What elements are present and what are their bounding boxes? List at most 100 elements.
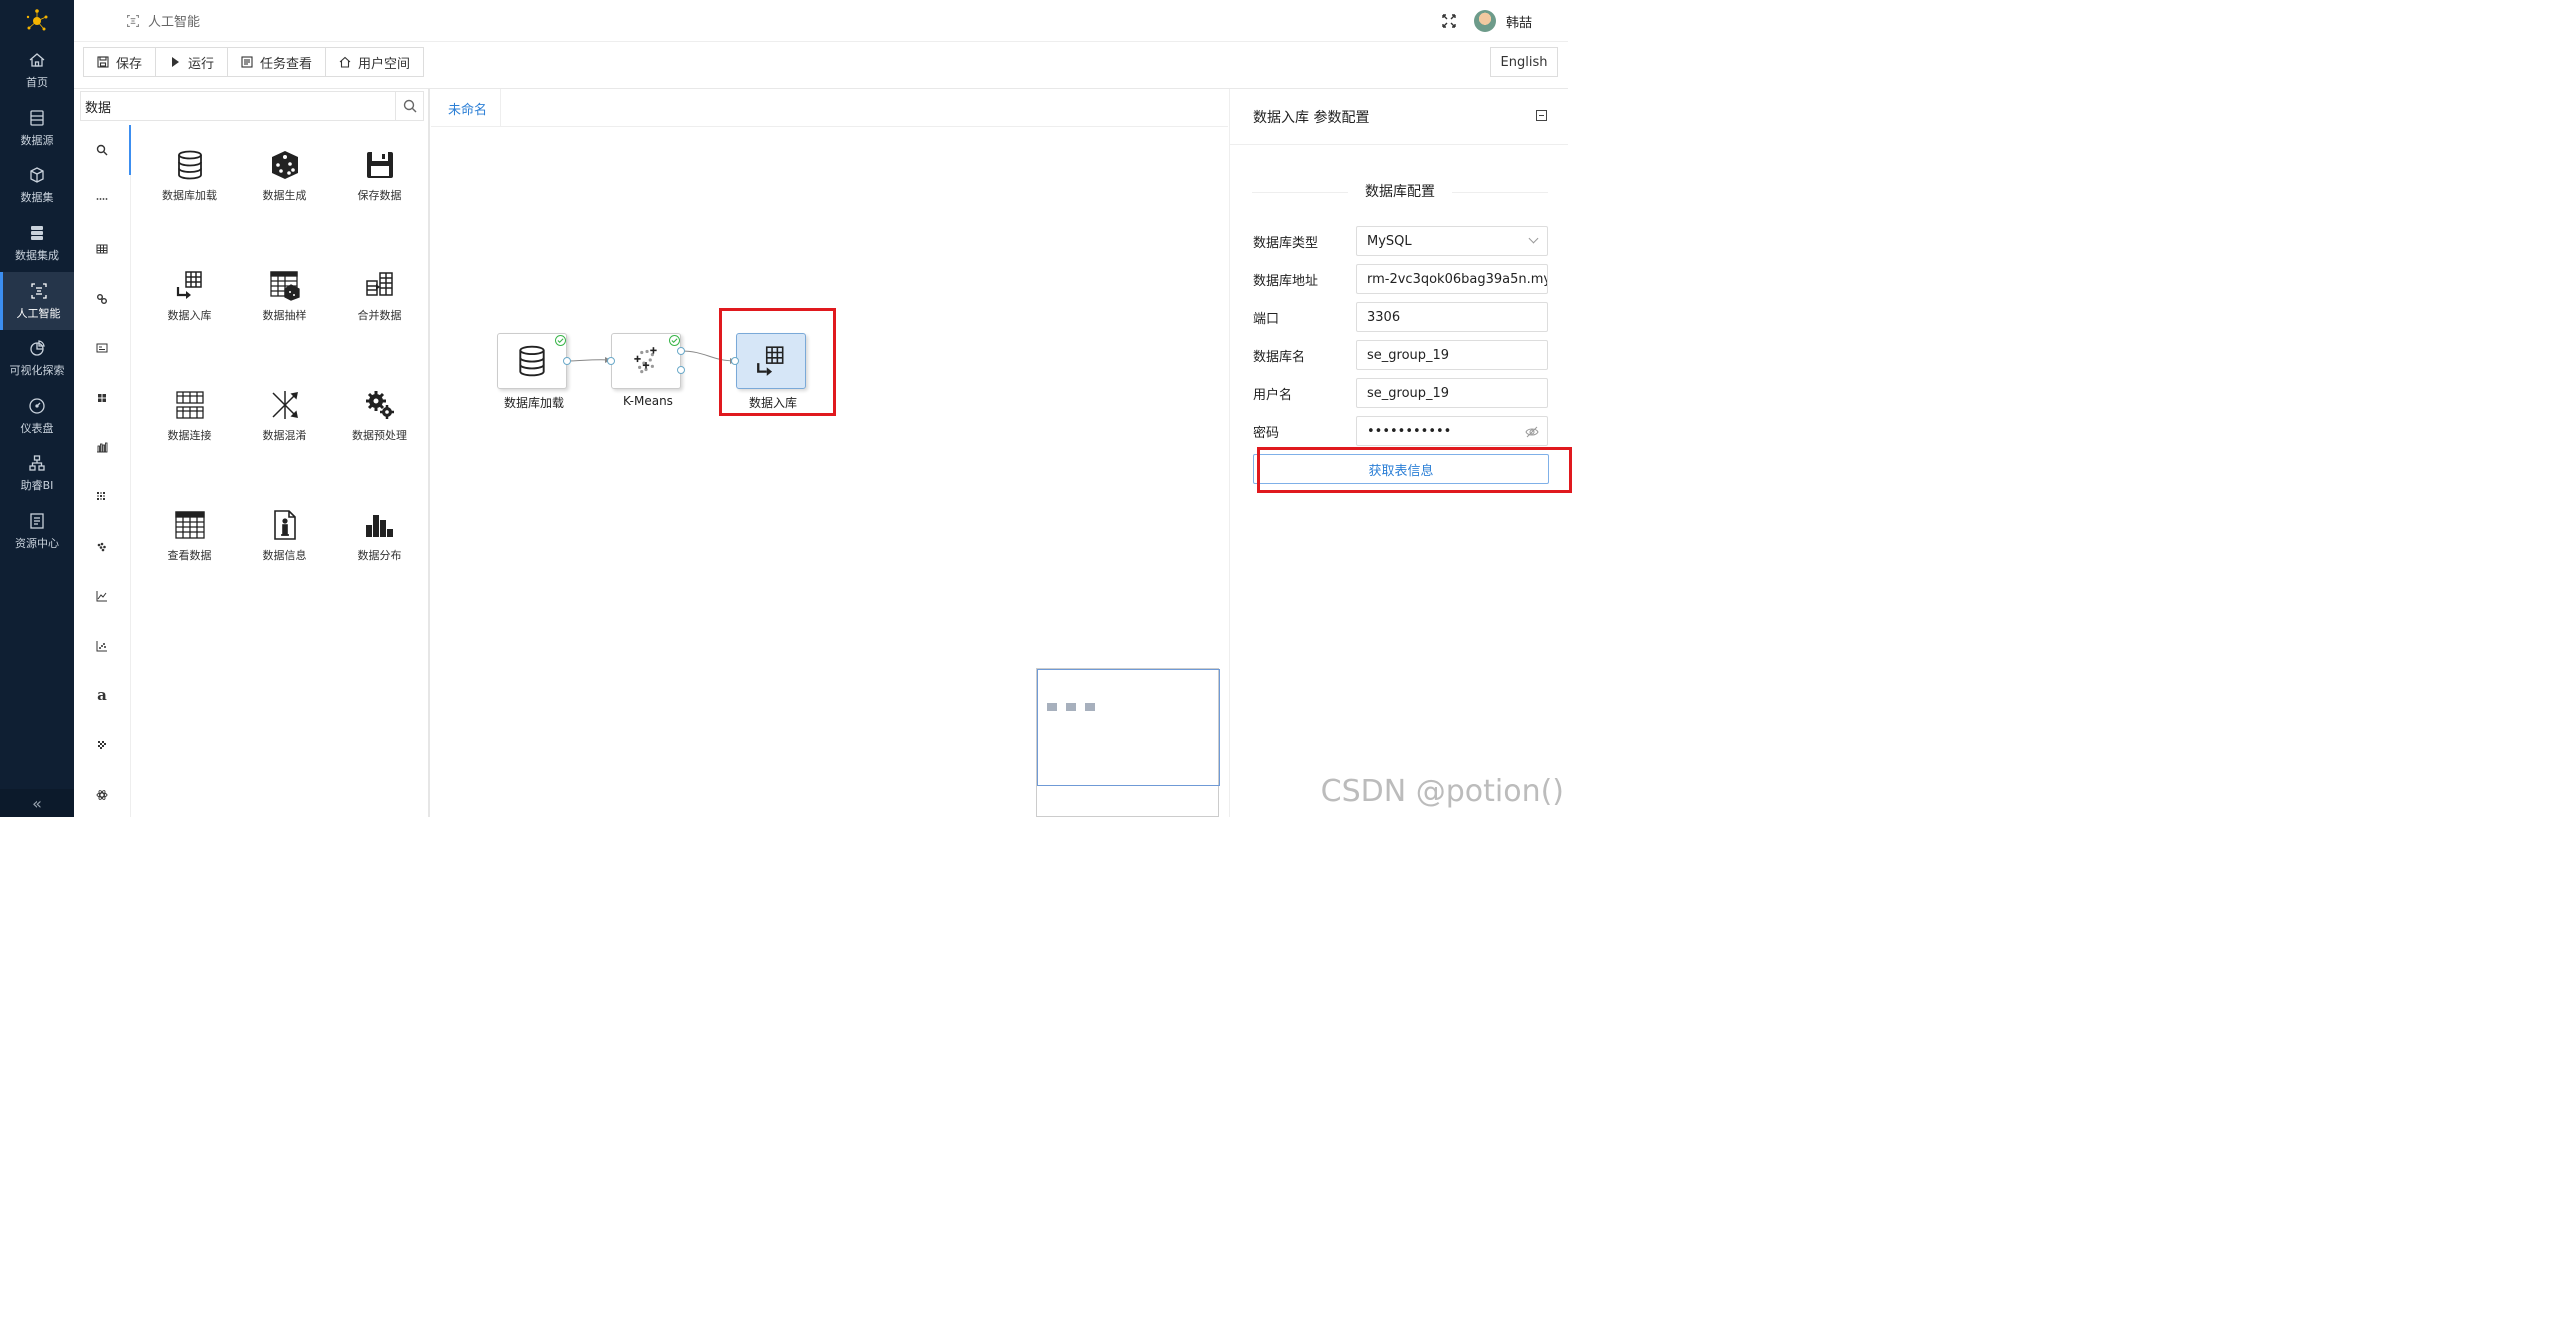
distribution-icon: [365, 515, 393, 537]
app-logo[interactable]: [0, 0, 74, 42]
fullscreen-icon[interactable]: [1442, 14, 1456, 28]
category-cluster[interactable]: [74, 522, 130, 572]
shuffle-icon: [271, 391, 298, 419]
nav-item-dashboard[interactable]: 仪表盘: [0, 388, 74, 446]
ai-icon: [30, 283, 47, 299]
run-button[interactable]: 运行: [156, 47, 229, 77]
category-link[interactable]: [74, 274, 130, 324]
category-line-chart[interactable]: [74, 571, 130, 621]
run-label: 运行: [188, 56, 215, 72]
minimap[interactable]: [1036, 668, 1220, 817]
category-grid[interactable]: [74, 373, 130, 423]
db-address-input[interactable]: rm-2vc3qok06bag39a5n.mysq: [1356, 264, 1548, 294]
config-title: 数据入库 参数配置: [1253, 110, 1370, 126]
user-menu[interactable]: 韩喆: [1473, 10, 1532, 32]
db-name-input[interactable]: se_group_19: [1356, 340, 1548, 370]
category-table[interactable]: [74, 224, 130, 274]
user-space-button[interactable]: 用户空间: [326, 47, 425, 77]
server-icon: [31, 226, 43, 241]
field-label: 数据库类型: [1253, 235, 1319, 251]
minimize-icon[interactable]: [1536, 110, 1547, 121]
component-item[interactable]: 保存数据: [332, 149, 427, 205]
field-label: 端口: [1253, 311, 1280, 327]
category-heatmap[interactable]: [74, 472, 130, 522]
nav-collapse-button[interactable]: «: [0, 789, 74, 817]
config-panel: 数据入库 参数配置 数据库配置 数据库类型 MySQL 数据库地址 rm-2vc…: [1229, 89, 1572, 817]
component-item[interactable]: 查看数据: [142, 509, 237, 565]
component-item[interactable]: 数据信息: [237, 509, 332, 565]
field-db-address: 数据库地址 rm-2vc3qok06bag39a5n.mysq: [1253, 264, 1549, 294]
category-text[interactable]: a: [74, 671, 130, 721]
output-port[interactable]: [677, 347, 685, 355]
node-label: K-Means: [623, 394, 673, 408]
component-item[interactable]: 数据生成: [237, 149, 332, 205]
minimap-node: [1047, 703, 1057, 711]
nav-item-visual-explore[interactable]: 可视化探索: [0, 330, 74, 388]
component-item[interactable]: 数据连接: [142, 389, 237, 445]
nav-item-ai[interactable]: 人工智能: [0, 272, 74, 330]
category-dots[interactable]: [74, 175, 130, 225]
component-item[interactable]: 数据分布: [332, 509, 427, 565]
field-label: 用户名: [1253, 387, 1293, 403]
category-checker[interactable]: [74, 720, 130, 770]
card-icon: [96, 343, 108, 353]
tasks-button[interactable]: 任务查看: [228, 47, 327, 77]
eye-slash-icon[interactable]: [1525, 425, 1539, 439]
nav-label: 仪表盘: [20, 421, 54, 435]
table-import-icon: [176, 271, 202, 299]
db-type-select[interactable]: MySQL: [1356, 226, 1548, 256]
output-port[interactable]: [563, 357, 571, 365]
component-item[interactable]: 数据混淆: [237, 389, 332, 445]
component-label: 数据信息: [262, 549, 307, 562]
section-title: 数据库配置: [1365, 184, 1435, 200]
cluster-icon: [97, 542, 106, 551]
component-label: 保存数据: [357, 189, 402, 202]
minimap-viewport[interactable]: [1037, 669, 1220, 786]
category-atom[interactable]: [74, 770, 130, 820]
nav-item-datasource[interactable]: 数据源: [0, 100, 74, 158]
db-type-value: MySQL: [1367, 233, 1412, 249]
nav-item-dataset[interactable]: 数据集: [0, 157, 74, 215]
component-item[interactable]: 数据库加载: [142, 149, 237, 205]
category-search[interactable]: [74, 125, 131, 175]
info-doc-icon: [273, 510, 296, 540]
port-input[interactable]: 3306: [1356, 302, 1548, 332]
page-title-text: 人工智能: [148, 15, 201, 30]
nav-item-data-integration[interactable]: 数据集成: [0, 215, 74, 273]
heatmap-icon: [97, 491, 105, 500]
input-port[interactable]: [607, 357, 615, 365]
cube-icon: [30, 167, 44, 184]
checker-icon: [98, 740, 106, 749]
list-icon: [241, 56, 253, 68]
gauge-icon: [29, 398, 45, 414]
component-item[interactable]: 数据预处理: [332, 389, 427, 445]
component-item[interactable]: 数据抽样: [237, 269, 332, 325]
tasks-label: 任务查看: [260, 56, 313, 72]
nav-item-home[interactable]: 首页: [0, 42, 74, 100]
database-load-icon: [177, 150, 202, 180]
grid-icon: [98, 393, 106, 402]
kmeans-icon: [634, 347, 657, 374]
category-bar-chart[interactable]: [74, 423, 130, 473]
text-a-icon: a: [97, 686, 107, 705]
table-icon: [96, 244, 108, 254]
component-search: [80, 91, 424, 121]
language-button[interactable]: English: [1490, 47, 1558, 77]
atom-icon: [96, 789, 108, 800]
save-button[interactable]: 保存: [83, 47, 157, 77]
category-scatter[interactable]: [74, 621, 130, 671]
component-search-input[interactable]: [81, 92, 395, 120]
username: 韩喆: [1505, 15, 1532, 31]
home-icon: [339, 56, 351, 68]
category-card[interactable]: [74, 323, 130, 373]
workflow-canvas[interactable]: 未命名 数据库加载 K-Means 数据入库: [431, 89, 1228, 817]
output-port[interactable]: [677, 366, 685, 374]
username-input[interactable]: se_group_19: [1356, 378, 1548, 408]
nav-item-bi[interactable]: 助睿BI: [0, 445, 74, 503]
search-button[interactable]: [395, 92, 423, 120]
component-item[interactable]: 数据入库: [142, 269, 237, 325]
component-item[interactable]: 合并数据: [332, 269, 427, 325]
password-input[interactable]: •••••••••••: [1356, 416, 1548, 446]
nav-item-resources[interactable]: 资源中心: [0, 503, 74, 561]
highlight-box: [719, 308, 836, 416]
